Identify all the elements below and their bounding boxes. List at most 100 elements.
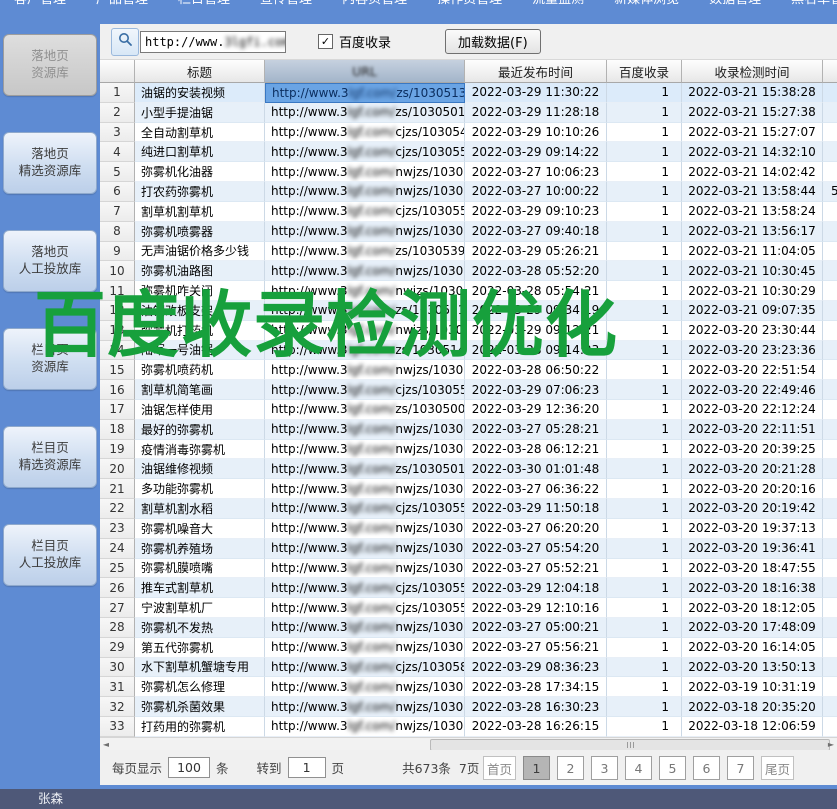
table-row[interactable]: 3全自动割草机http://www.3lgf.com/cjzs/103054..…	[100, 123, 837, 143]
cell-url[interactable]: http://www.3lgf.com/nwjzs/10303...	[265, 440, 465, 460]
menu-item-9[interactable]: 数据管理	[709, 0, 761, 22]
table-row[interactable]: 4纯进口割草机http://www.3lgf.com/cjzs/103055..…	[100, 142, 837, 162]
cell-baidu-index[interactable]: 1	[607, 519, 682, 539]
cell-extra[interactable]	[823, 420, 837, 440]
table-row[interactable]: 20油锯维修视频http://www.3lgf.com/zs/1030501..…	[100, 459, 837, 479]
cell-row-number[interactable]: 8	[100, 222, 135, 242]
cell-url[interactable]: http://www.3lgf.com/nwjzs/10302...	[265, 222, 465, 242]
cell-baidu-index[interactable]: 1	[607, 380, 682, 400]
cell-pub-time[interactable]: 2022-03-27 06:36:22	[465, 479, 607, 499]
cell-check-time[interactable]: 2022-03-20 22:51:54	[682, 360, 823, 380]
cell-check-time[interactable]: 2022-03-21 13:56:17	[682, 222, 823, 242]
cell-url[interactable]: http://www.3lgf.com/cjzs/103054...	[265, 123, 465, 143]
cell-extra[interactable]	[823, 459, 837, 479]
cell-url[interactable]: http://www.3lgf.com/nwjzs/10303...	[265, 697, 465, 717]
header-extra[interactable]	[823, 60, 837, 83]
cell-check-time[interactable]: 2022-03-20 19:37:13	[682, 519, 823, 539]
cell-row-number[interactable]: 10	[100, 261, 135, 281]
table-row[interactable]: 26推车式割草机http://www.3lgf.com/cjzs/103055.…	[100, 578, 837, 598]
goto-page-input[interactable]	[288, 757, 326, 778]
cell-check-time[interactable]: 2022-03-18 20:35:20	[682, 697, 823, 717]
cell-row-number[interactable]: 7	[100, 202, 135, 222]
cell-check-time[interactable]: 2022-03-21 15:38:28	[682, 83, 823, 103]
cell-extra[interactable]	[823, 618, 837, 638]
cell-url[interactable]: http://www.3lgf.com/nwjzs/10302...	[265, 420, 465, 440]
cell-baidu-index[interactable]: 1	[607, 459, 682, 479]
baidu-index-checkbox[interactable]: ✓ 百度收录	[318, 32, 391, 51]
table-row[interactable]: 12油锯改板支架http://www.3lgf.com/zs/1030511..…	[100, 301, 837, 321]
page-button-3[interactable]: 3	[591, 756, 618, 780]
cell-pub-time[interactable]: 2022-03-29 09:34:19	[465, 301, 607, 321]
cell-check-time[interactable]: 2022-03-20 20:21:28	[682, 459, 823, 479]
cell-extra[interactable]	[823, 142, 837, 162]
cell-pub-time[interactable]: 2022-03-27 05:56:21	[465, 638, 607, 658]
cell-pub-time[interactable]: 2022-03-27 06:20:20	[465, 519, 607, 539]
cell-extra[interactable]	[823, 559, 837, 579]
cell-pub-time[interactable]: 2022-03-27 05:28:21	[465, 420, 607, 440]
cell-baidu-index[interactable]: 1	[607, 539, 682, 559]
horizontal-scrollbar[interactable]: ◄ ►	[100, 737, 837, 750]
cell-row-number[interactable]: 32	[100, 697, 135, 717]
cell-url[interactable]: http://www.3lgf.com/nwjzs/10302...	[265, 261, 465, 281]
cell-url[interactable]: http://www.3lgf.com/cjzs/103055...	[265, 142, 465, 162]
page-button-6[interactable]: 6	[693, 756, 720, 780]
cell-url[interactable]: http://www.3lgf.com/cjzs/103055...	[265, 202, 465, 222]
cell-pub-time[interactable]: 2022-03-30 01:01:48	[465, 459, 607, 479]
table-row[interactable]: 29第五代弥雾机http://www.3lgf.com/nwjzs/10303.…	[100, 638, 837, 658]
cell-baidu-index[interactable]: 1	[607, 261, 682, 281]
cell-url[interactable]: http://www.3lgf.com/zs/1030500...	[265, 400, 465, 420]
cell-pub-time[interactable]: 2022-03-28 05:52:20	[465, 261, 607, 281]
cell-extra[interactable]	[823, 499, 837, 519]
cell-baidu-index[interactable]: 1	[607, 717, 682, 737]
cell-title[interactable]: 油锯维修视频	[135, 459, 265, 479]
menu-item-1[interactable]: 客户管理	[14, 0, 66, 22]
cell-pub-time[interactable]: 2022-03-27 05:00:21	[465, 618, 607, 638]
cell-url[interactable]: http://www.3lgf.com/zs/1030513...	[265, 83, 465, 103]
cell-row-number[interactable]: 3	[100, 123, 135, 143]
menu-item-4[interactable]: 宣传管理	[260, 0, 312, 22]
cell-pub-time[interactable]: 2022-03-29 09:12:21	[465, 321, 607, 341]
cell-url[interactable]: http://www.3lgf.com/zs/1030501...	[265, 459, 465, 479]
cell-url[interactable]: http://www.3lgf.com/nwjzs/10302...	[265, 162, 465, 182]
cell-check-time[interactable]: 2022-03-20 17:48:09	[682, 618, 823, 638]
cell-url[interactable]: http://www.3lgf.com/nwjzs/10302...	[265, 559, 465, 579]
cell-baidu-index[interactable]: 1	[607, 658, 682, 678]
cell-url[interactable]: http://www.3lgf.com/nwjzs/10303...	[265, 677, 465, 697]
table-row[interactable]: 1油锯的安装视频http://www.3lgf.com/zs/1030513..…	[100, 83, 837, 103]
cell-pub-time[interactable]: 2022-03-28 09:14:23	[465, 341, 607, 361]
cell-check-time[interactable]: 2022-03-20 23:23:36	[682, 341, 823, 361]
cell-url[interactable]: http://www.3lgf.com/nwjzs/10302...	[265, 360, 465, 380]
cell-check-time[interactable]: 2022-03-20 18:12:05	[682, 598, 823, 618]
cell-baidu-index[interactable]: 1	[607, 123, 682, 143]
cell-title[interactable]: 弥雾机打药机	[135, 321, 265, 341]
cell-row-number[interactable]: 17	[100, 400, 135, 420]
cell-check-time[interactable]: 2022-03-21 09:07:35	[682, 301, 823, 321]
cell-title[interactable]: 弥雾机化油器	[135, 162, 265, 182]
cell-extra[interactable]	[823, 103, 837, 123]
cell-check-time[interactable]: 2022-03-20 16:14:05	[682, 638, 823, 658]
cell-extra[interactable]	[823, 202, 837, 222]
menu-item-10[interactable]: 黑名单管理	[791, 0, 837, 22]
cell-url[interactable]: http://www.3lgf.com/zs/1030514...	[265, 341, 465, 361]
cell-title[interactable]: 第五代弥雾机	[135, 638, 265, 658]
table-row[interactable]: 11弥雾机咋关闭http://www.3lgf.com/nwjzs/10302.…	[100, 281, 837, 301]
cell-extra[interactable]	[823, 717, 837, 737]
cell-extra[interactable]	[823, 301, 837, 321]
cell-pub-time[interactable]: 2022-03-28 16:26:15	[465, 717, 607, 737]
table-row[interactable]: 31弥雾机怎么修理http://www.3lgf.com/nwjzs/10303…	[100, 677, 837, 697]
menu-item-5[interactable]: 内容页管理	[342, 0, 407, 22]
cell-baidu-index[interactable]: 1	[607, 400, 682, 420]
cell-title[interactable]: 弥雾机咋关闭	[135, 281, 265, 301]
cell-extra[interactable]	[823, 638, 837, 658]
page-button-5[interactable]: 5	[659, 756, 686, 780]
cell-baidu-index[interactable]: 1	[607, 360, 682, 380]
cell-pub-time[interactable]: 2022-03-29 11:28:18	[465, 103, 607, 123]
page-button-2[interactable]: 2	[557, 756, 584, 780]
cell-title[interactable]: 油锯改板支架	[135, 301, 265, 321]
cell-extra[interactable]	[823, 677, 837, 697]
table-row[interactable]: 21多功能弥雾机http://www.3lgf.com/nwjzs/10302.…	[100, 479, 837, 499]
table-row[interactable]: 10弥雾机油路图http://www.3lgf.com/nwjzs/10302.…	[100, 261, 837, 281]
cell-baidu-index[interactable]: 1	[607, 618, 682, 638]
cell-url[interactable]: http://www.3lgf.com/cjzs/103055...	[265, 380, 465, 400]
cell-check-time[interactable]: 2022-03-21 14:32:10	[682, 142, 823, 162]
